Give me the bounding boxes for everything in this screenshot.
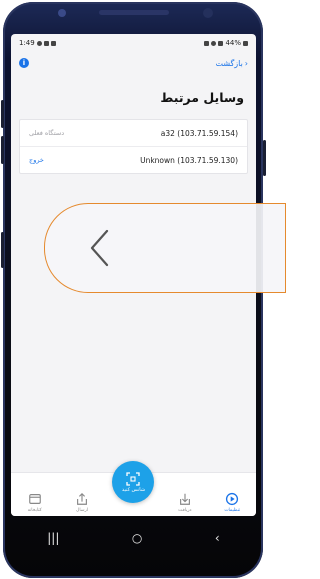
nav-send[interactable]: ارسال	[62, 492, 102, 513]
info-icon[interactable]: i	[19, 58, 29, 68]
battery-percent: 44%	[225, 39, 241, 47]
chevron-right-icon: ›	[244, 58, 248, 68]
power-button	[263, 140, 266, 176]
logout-button[interactable]: خروج	[29, 156, 44, 164]
recents-button[interactable]: |||	[47, 531, 59, 545]
nav-library-label: کتابخانه	[27, 508, 42, 513]
download-icon	[179, 493, 190, 505]
volume-up-button	[1, 100, 4, 128]
scan-fab-button[interactable]: شانس کنید	[112, 461, 155, 503]
back-button[interactable]: بازگشت ›	[215, 59, 248, 68]
status-left: 1:49	[19, 39, 56, 47]
volume-down-button	[1, 136, 4, 164]
system-navigation-bar: ||| ○ ‹	[11, 520, 256, 556]
play-circle-icon	[226, 492, 239, 506]
message-icon	[50, 40, 56, 46]
device-status: دستگاه فعلی	[29, 129, 65, 137]
back-label: بازگشت	[215, 58, 243, 68]
nav-receive[interactable]: دریافت	[165, 492, 205, 513]
lock-icon	[204, 40, 210, 46]
qr-scan-icon	[126, 472, 141, 486]
status-right: 44%	[204, 39, 248, 47]
edge-swipe-overlay[interactable]	[44, 203, 286, 293]
system-back-button[interactable]: ‹	[215, 531, 220, 545]
nav-settings[interactable]: تنظیمات	[212, 492, 252, 513]
devices-list: دستگاه فعلی a32 (103.71.59.154) خروج Unk…	[19, 119, 248, 174]
nav-receive-label: دریافت	[178, 508, 192, 513]
bixby-button	[1, 232, 4, 268]
library-icon	[28, 494, 41, 504]
bottom-navigation: کتابخانه ارسال شانس کنید دریافت تنظیمات	[11, 461, 256, 516]
upload-icon	[77, 492, 88, 505]
device-row: خروج Unknown (103.71.59.130)	[20, 147, 247, 173]
battery-icon	[243, 40, 248, 46]
chevron-left-icon	[90, 229, 109, 267]
nav-send-label: ارسال	[76, 508, 88, 513]
front-camera	[58, 9, 66, 17]
sensor	[203, 8, 213, 18]
home-button[interactable]: ○	[132, 531, 142, 545]
top-bar: i بازگشت ›	[11, 52, 256, 74]
status-time: 1:49	[19, 39, 35, 47]
nav-scan-wrapper: شانس کنید	[109, 461, 157, 513]
page-title: وسایل مرتبط	[160, 90, 244, 105]
speaker-grille	[99, 10, 169, 15]
device-name: a32 (103.71.59.154)	[160, 128, 238, 138]
signal-icon	[218, 40, 224, 46]
gallery-icon	[43, 40, 49, 46]
device-name: Unknown (103.71.59.130)	[140, 155, 238, 165]
scan-fab-label: شانس کنید	[121, 487, 146, 493]
device-row: دستگاه فعلی a32 (103.71.59.154)	[20, 120, 247, 147]
nav-settings-label: تنظیمات	[224, 508, 241, 513]
status-bar: 1:49 44%	[11, 34, 256, 52]
notification-icon	[36, 40, 42, 46]
wifi-icon	[211, 40, 217, 46]
nav-library[interactable]: کتابخانه	[15, 492, 55, 513]
